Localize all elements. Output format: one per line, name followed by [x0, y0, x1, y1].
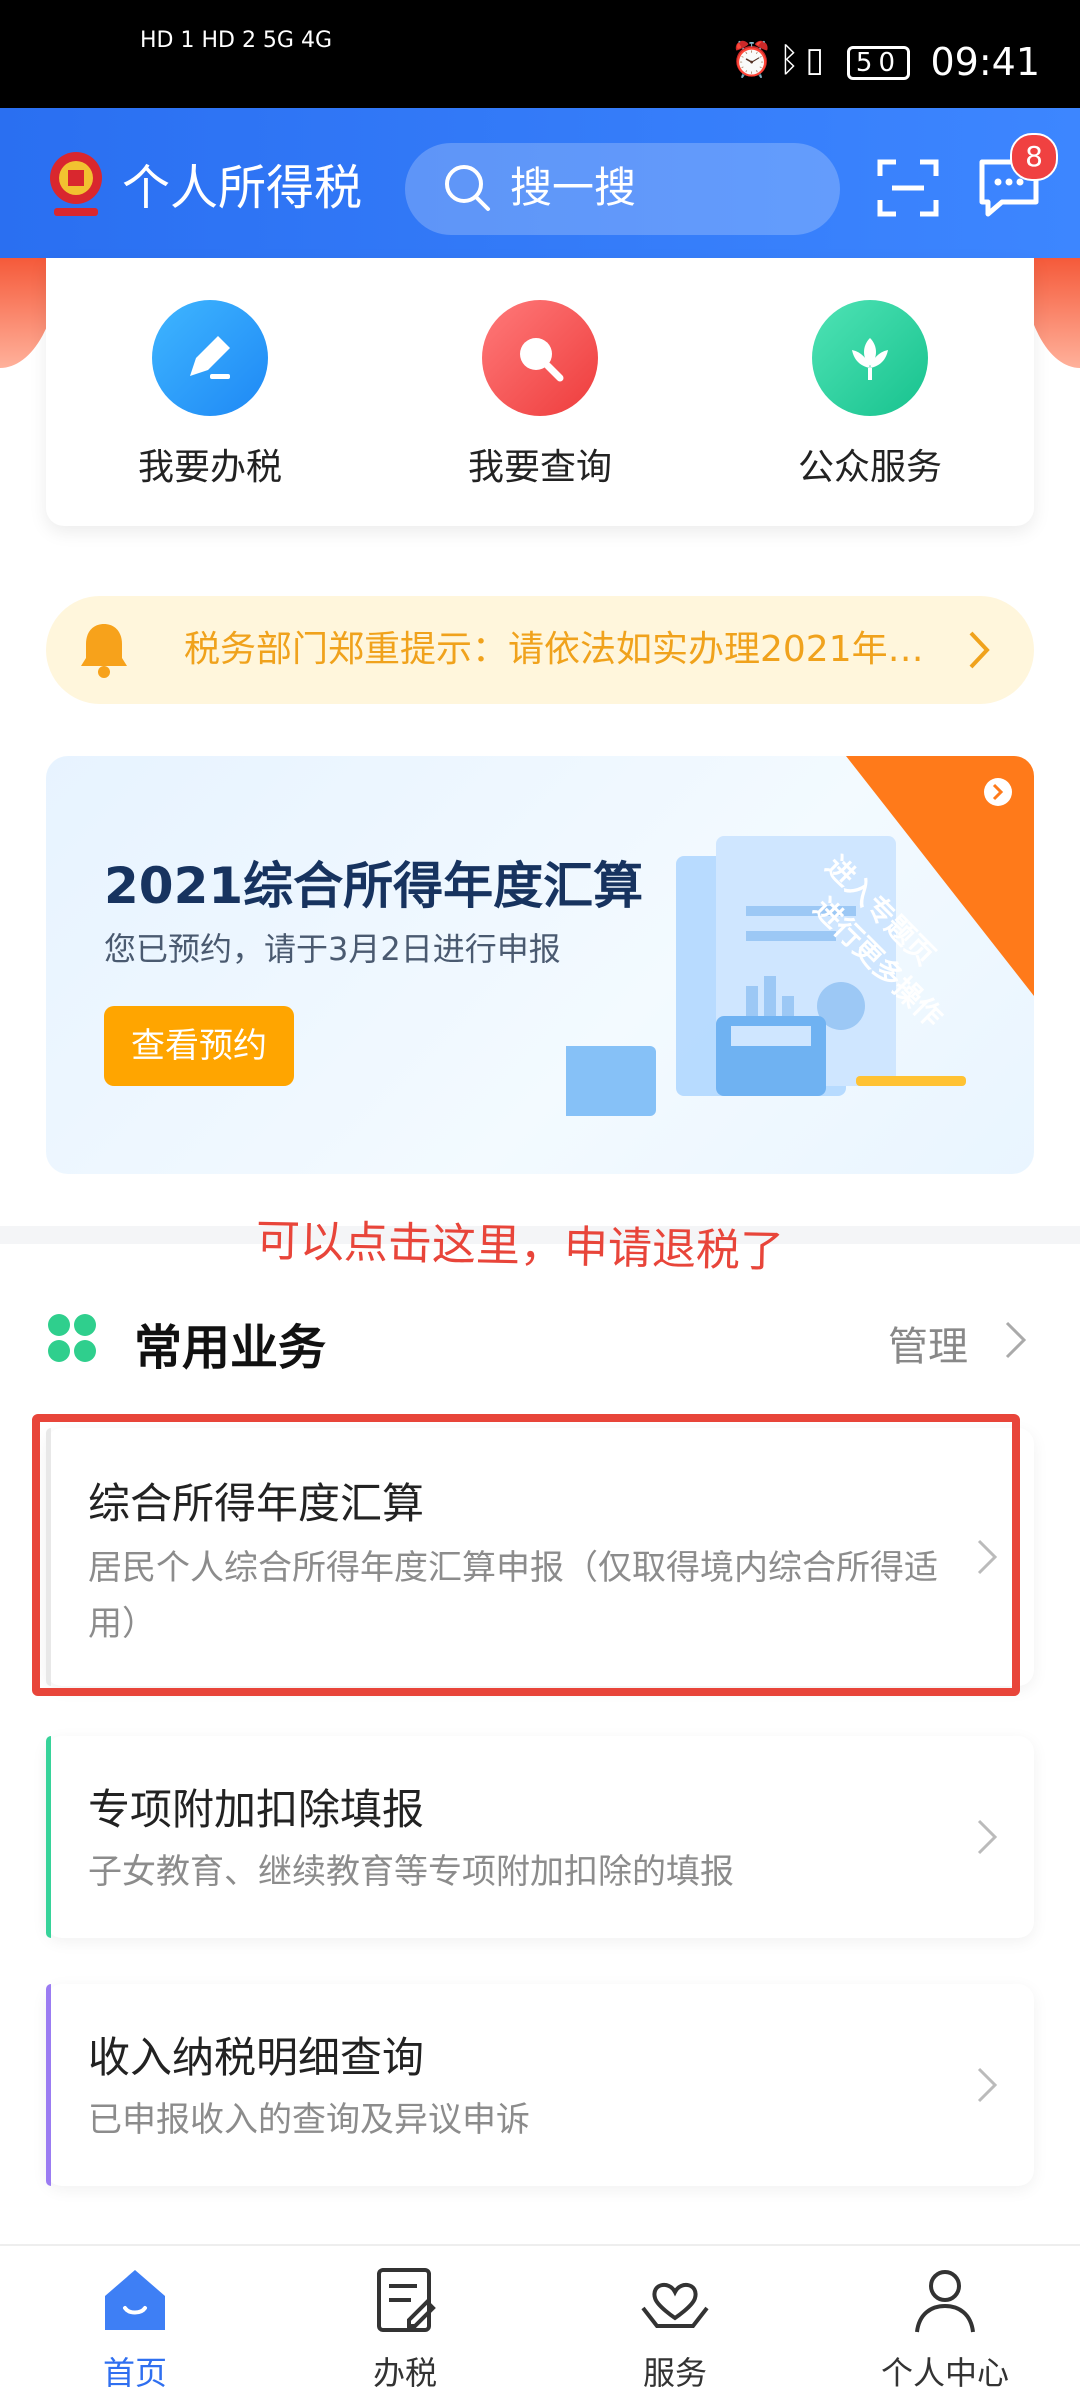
- quick-action-query[interactable]: 我要查询: [410, 300, 670, 490]
- search-placeholder: 搜一搜: [510, 163, 637, 212]
- service-card-special-deduction[interactable]: 专项附加扣除填报 子女教育、继续教育等专项附加扣除的填报: [46, 1736, 1034, 1938]
- chevron-right-icon: [969, 631, 990, 669]
- banner-subtitle: 您已预约，请于3月2日进行申报: [104, 930, 561, 968]
- nav-tax[interactable]: 办税: [270, 2262, 540, 2394]
- four-leaf-grid-icon: [48, 1314, 96, 1362]
- app-title: 个人所得税: [122, 160, 363, 216]
- bluetooth-icon: ᛒ: [778, 40, 806, 80]
- home-icon: [105, 2270, 165, 2330]
- manage-link[interactable]: 管理: [888, 1314, 968, 1372]
- nav-label: 服务: [642, 2354, 707, 2392]
- quick-action-label: 我要办税: [137, 447, 282, 488]
- bell-icon: [81, 624, 127, 678]
- search-icon: [482, 300, 598, 416]
- lotus-icon: [812, 300, 928, 416]
- heart-hand-icon: [641, 2282, 709, 2328]
- network-status: HD 1 HD 2 5G 4G: [140, 28, 333, 53]
- status-bar: HD 1 HD 2 5G 4G ⏰ᛒ▯ 50 09:41: [0, 0, 1080, 108]
- nav-profile[interactable]: 个人中心: [810, 2262, 1080, 2394]
- quick-action-label: 我要查询: [467, 447, 612, 488]
- alarm-icon: ⏰: [730, 40, 779, 80]
- nav-home[interactable]: 首页: [0, 2262, 270, 2394]
- annotation-highlight-box: [32, 1414, 1020, 1696]
- nav-label: 个人中心: [880, 2354, 1009, 2392]
- nav-label: 首页: [102, 2354, 167, 2392]
- vibrate-icon: ▯: [805, 40, 831, 80]
- status-icons: ⏰ᛒ▯ 50: [731, 40, 910, 80]
- document-edit-icon: [377, 2268, 436, 2332]
- service-card-income-query[interactable]: 收入纳税明细查询 已申报收入的查询及异议申诉: [46, 1984, 1034, 2186]
- clock: 09:41: [930, 40, 1040, 84]
- message-badge: 8: [1010, 133, 1058, 181]
- quick-action-label: 公众服务: [797, 447, 942, 488]
- tax-emblem-logo: [50, 152, 102, 216]
- notice-text: 税务部门郑重提示：请依法如实办理2021年度汇算: [184, 629, 944, 670]
- scan-icon[interactable]: [876, 156, 940, 220]
- chevron-right-icon: [977, 2067, 998, 2103]
- service-desc: 已申报收入的查询及异议申诉: [88, 2100, 530, 2140]
- person-icon: [915, 2270, 975, 2333]
- nav-label: 办税: [372, 2354, 437, 2392]
- chevron-right-icon[interactable]: [1004, 1320, 1028, 1360]
- quick-action-tax[interactable]: 我要办税: [80, 300, 340, 490]
- card-accent-bar: [46, 1736, 51, 1938]
- search-icon: [445, 165, 490, 211]
- service-title: 收入纳税明细查询: [88, 2033, 425, 2082]
- chevron-right-icon: [977, 1819, 998, 1855]
- service-desc: 子女教育、继续教育等专项附加扣除的填报: [88, 1852, 734, 1892]
- annotation-text: 可以点击这里，申请退税了: [255, 1215, 785, 1278]
- pen-icon: [152, 300, 268, 416]
- battery-level: 50: [846, 46, 910, 80]
- service-title: 专项附加扣除填报: [88, 1785, 425, 1834]
- quick-action-public-service[interactable]: 公众服务: [740, 300, 1000, 490]
- nav-services[interactable]: 服务: [540, 2262, 810, 2394]
- section-title: 常用业务: [134, 1320, 327, 1376]
- view-appointment-button[interactable]: 查看预约: [104, 1006, 294, 1086]
- banner-title: 2021综合所得年度汇算: [104, 857, 644, 915]
- card-accent-bar: [46, 1984, 51, 2186]
